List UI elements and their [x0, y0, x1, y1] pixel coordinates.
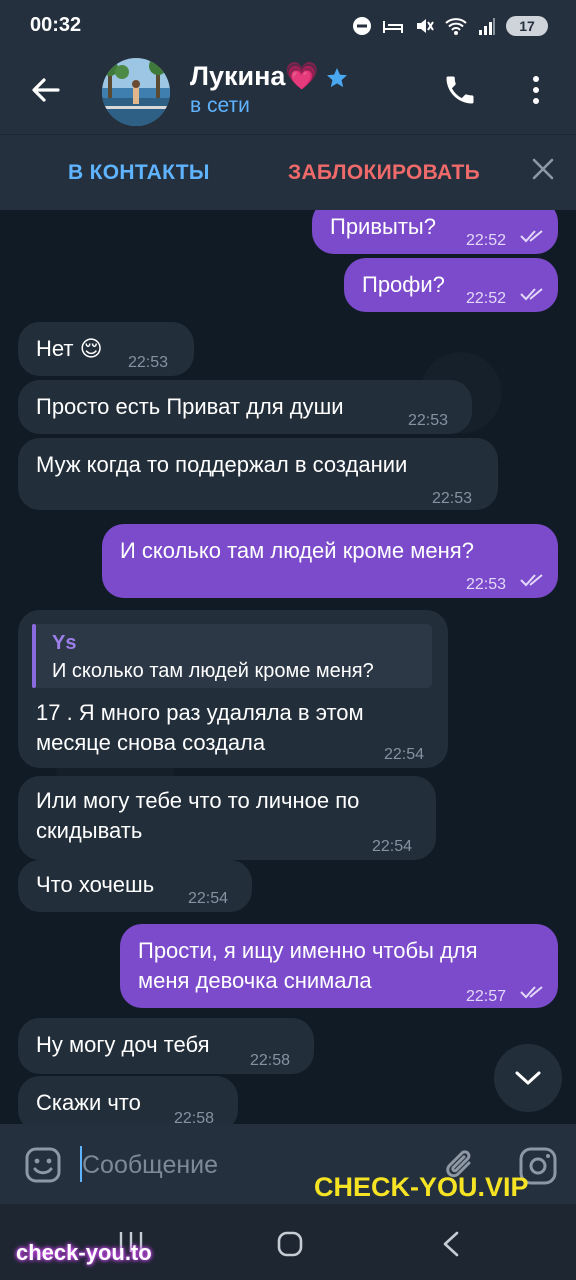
read-checks-icon — [520, 230, 543, 243]
read-checks-icon — [520, 986, 543, 999]
message-text: Профи? — [362, 272, 445, 297]
message-text: Муж когда то поддержал в создании — [36, 452, 408, 477]
reply-author: Ys — [52, 632, 77, 654]
more-vertical-icon[interactable] — [524, 72, 548, 108]
message-time: 22:58 — [174, 1110, 215, 1124]
message-text: И сколько там людей кроме меня? — [120, 538, 474, 563]
message-incoming[interactable]: Скажи что 22:58 — [18, 1076, 238, 1124]
chat-messages[interactable]: Привыты? 22:52 Профи? 22:52 Нет 😌 22:53 … — [0, 210, 576, 1124]
message-outgoing[interactable]: Профи? 22:52 — [344, 258, 558, 312]
close-icon[interactable] — [530, 156, 556, 182]
message-incoming[interactable]: Что хочешь 22:54 — [18, 860, 252, 912]
phone-icon[interactable] — [442, 72, 478, 108]
chat-header: Лукина💗 в сети — [0, 52, 576, 134]
block-button[interactable]: ЗАБЛОКИРОВАТЬ — [288, 161, 480, 185]
message-time: 22:52 — [466, 290, 507, 307]
message-text: Ну могу доч тебя — [36, 1032, 210, 1057]
status-icons: 17 — [352, 14, 548, 38]
contact-name[interactable]: Лукина💗 — [190, 60, 349, 92]
message-incoming[interactable]: Или могу тебе что то личное по скидывать… — [18, 776, 436, 860]
message-text: Или могу тебе что то личное по скидывать — [36, 788, 360, 843]
message-text: Скажи что — [36, 1090, 141, 1115]
message-time: 22:52 — [466, 232, 507, 249]
message-time: 22:53 — [432, 490, 473, 507]
watermark-bottom: check-you.to — [16, 1240, 152, 1265]
message-text: Что хочешь — [36, 872, 155, 897]
battery-indicator: 17 — [506, 16, 548, 36]
home-icon[interactable] — [276, 1230, 304, 1258]
message-time: 22:54 — [372, 838, 413, 855]
emoji-icon[interactable] — [24, 1146, 62, 1184]
signal-icon — [479, 18, 495, 35]
message-text: Привыты? — [330, 214, 436, 239]
message-incoming-reply[interactable]: Ys И сколько там людей кроме меня? 17 . … — [18, 610, 448, 768]
message-incoming[interactable]: Ну могу доч тебя 22:58 — [18, 1018, 314, 1074]
message-time: 22:53 — [128, 354, 169, 371]
chevron-down-icon — [515, 1071, 541, 1085]
message-time: 22:57 — [466, 988, 507, 1005]
avatar[interactable] — [102, 58, 170, 126]
message-time: 22:58 — [250, 1052, 291, 1069]
message-incoming[interactable]: Просто есть Приват для души 22:53 — [18, 380, 472, 434]
message-time: 22:54 — [384, 746, 425, 763]
scroll-down-button[interactable] — [494, 1044, 562, 1112]
wifi-icon — [445, 18, 467, 35]
heart-emoji: 💗 — [285, 61, 320, 91]
message-outgoing[interactable]: Прости, я ищу именно чтобы для меня дево… — [120, 924, 558, 1008]
message-outgoing[interactable]: И сколько там людей кроме меня? 22:53 — [102, 524, 558, 598]
add-contact-button[interactable]: В КОНТАКТЫ — [68, 161, 210, 185]
message-text: Просто есть Приват для души — [36, 394, 344, 419]
contact-action-bar: В КОНТАКТЫ ЗАБЛОКИРОВАТЬ — [0, 134, 576, 211]
message-incoming[interactable]: Нет 😌 22:53 — [18, 322, 194, 376]
mute-icon — [417, 19, 434, 33]
reply-quote[interactable]: Ys И сколько там людей кроме меня? — [32, 624, 432, 688]
back-arrow-icon[interactable] — [26, 70, 66, 110]
message-outgoing[interactable]: Привыты? 22:52 — [312, 210, 558, 254]
message-text: Прости, я ищу именно чтобы для меня дево… — [138, 938, 478, 993]
read-checks-icon — [520, 574, 543, 587]
contact-status: в сети — [190, 94, 250, 117]
watermark-top: CHECK-YOU.VIP — [314, 1172, 529, 1202]
read-checks-icon — [520, 288, 543, 301]
reply-text: И сколько там людей кроме меня? — [52, 660, 374, 682]
status-bar: 00:32 17 — [0, 0, 576, 52]
status-time: 00:32 — [30, 14, 82, 36]
message-time: 22:53 — [408, 412, 449, 429]
message-time: 22:53 — [466, 576, 507, 593]
star-icon — [327, 67, 348, 87]
message-time: 22:54 — [188, 890, 229, 907]
dnd-icon — [353, 17, 371, 35]
sleep-mode-icon — [383, 21, 403, 33]
quote-bar — [32, 624, 36, 688]
message-incoming[interactable]: Муж когда то поддержал в создании 22:53 — [18, 438, 498, 510]
message-text: Нет 😌 — [36, 336, 103, 361]
message-text: 17 . Я много раз удаляла в этом месяце с… — [36, 700, 364, 755]
nav-back-icon[interactable] — [440, 1230, 462, 1258]
